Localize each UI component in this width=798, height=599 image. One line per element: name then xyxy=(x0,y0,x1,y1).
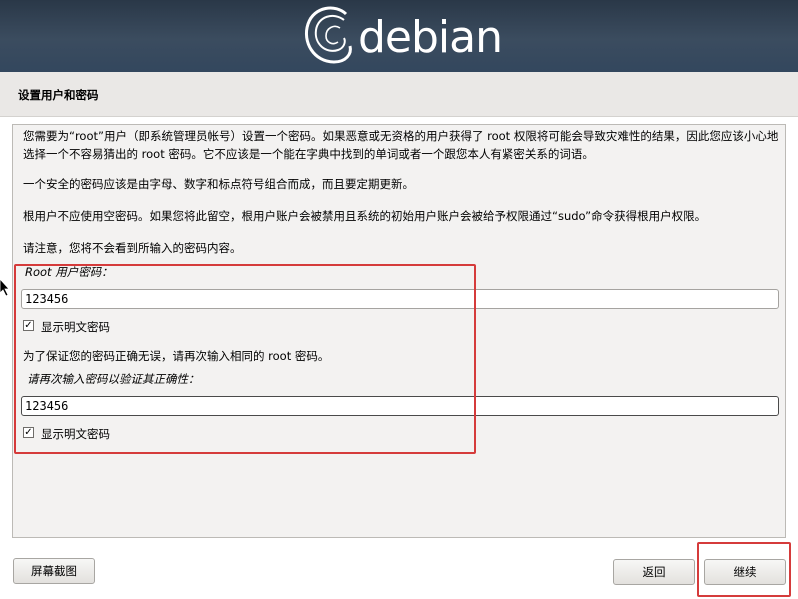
intro-paragraph-4: 请注意，您将不会看到所输入的密码内容。 xyxy=(23,241,242,255)
verify-password-input[interactable]: 123456 xyxy=(21,396,779,416)
debian-swirl-icon xyxy=(305,6,352,64)
content-panel: 您需要为“root”用户（即系统管理员帐号）设置一个密码。如果恶意或无资格的用户… xyxy=(12,124,786,538)
debian-header-banner: debian xyxy=(0,0,798,72)
screenshot-button[interactable]: 屏幕截图 xyxy=(13,558,95,584)
checkbox-checked-icon[interactable]: ✓ xyxy=(23,427,34,438)
continue-button[interactable]: 继续 xyxy=(704,559,786,585)
checkbox-checked-icon[interactable]: ✓ xyxy=(23,320,34,331)
verify-note: 为了保证您的密码正确无误，请再次输入相同的 root 密码。 xyxy=(23,349,330,363)
mouse-pointer-icon xyxy=(0,279,10,297)
back-button[interactable]: 返回 xyxy=(613,559,695,585)
root-password-label: Root 用户密码： xyxy=(25,265,113,279)
page-title: 设置用户和密码 xyxy=(18,88,99,102)
show-password-label-2: 显示明文密码 xyxy=(41,427,110,441)
verify-password-label: 请再次输入密码以验证其正确性： xyxy=(27,372,200,386)
show-password-label-1: 显示明文密码 xyxy=(41,320,110,334)
root-password-input[interactable]: 123456 xyxy=(21,289,779,309)
intro-paragraph-2: 一个安全的密码应该是由字母、数字和标点符号组合而成，而且要定期更新。 xyxy=(23,177,414,191)
title-bar: 设置用户和密码 xyxy=(0,72,798,117)
intro-paragraph-1: 您需要为“root”用户（即系统管理员帐号）设置一个密码。如果恶意或无资格的用户… xyxy=(23,129,779,161)
debian-logo-text: debian xyxy=(358,12,503,63)
debian-logo: debian xyxy=(300,2,503,70)
intro-paragraph-3: 根用户不应使用空密码。如果您将此留空，根用户账户会被禁用且系统的初始用户账户会被… xyxy=(23,209,707,223)
